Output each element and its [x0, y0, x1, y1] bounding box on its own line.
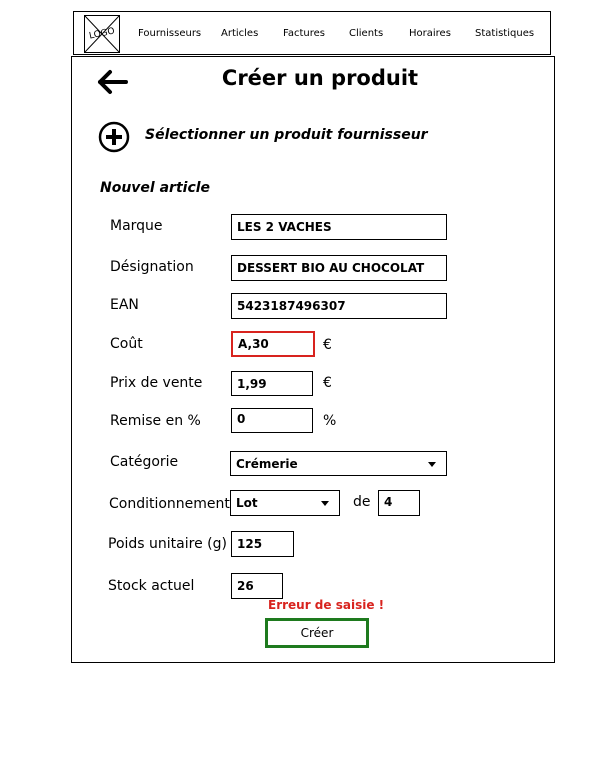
back-arrow-icon[interactable]: [96, 68, 128, 96]
cout-label: Coût: [110, 336, 143, 352]
ean-input[interactable]: 5423187496307: [231, 293, 447, 319]
nav-item-horaires[interactable]: Horaires: [409, 28, 451, 39]
error-message: Erreur de saisie !: [268, 598, 385, 612]
categorie-label: Catégorie: [110, 454, 179, 470]
conditionnement-quantity-input[interactable]: 4: [378, 490, 420, 516]
logo[interactable]: LOGO: [84, 15, 120, 53]
select-supplier-product-link[interactable]: Sélectionner un produit fournisseur: [145, 127, 428, 143]
main-panel: [71, 56, 555, 663]
top-nav: LOGO Fournisseurs Articles Factures Clie…: [73, 11, 551, 55]
remise-percent-unit: %: [323, 413, 337, 429]
ean-label: EAN: [110, 297, 139, 313]
cout-currency-unit: €: [323, 337, 332, 353]
designation-label: Désignation: [110, 259, 194, 275]
page-title: Créer un produit: [221, 66, 419, 90]
nav-item-clients[interactable]: Clients: [349, 28, 383, 39]
designation-input[interactable]: DESSERT BIO AU CHOCOLAT: [231, 255, 447, 281]
conditionnement-selected-value: Lot: [236, 496, 258, 510]
nav-item-articles[interactable]: Articles: [221, 28, 258, 39]
section-title-new-article: Nouvel article: [100, 180, 211, 196]
prix-vente-input[interactable]: 1,99: [231, 371, 313, 396]
plus-circle-icon[interactable]: [98, 121, 130, 153]
remise-input[interactable]: 0: [231, 408, 313, 433]
poids-input[interactable]: 125: [231, 531, 294, 557]
prix-vente-label: Prix de vente: [110, 375, 203, 391]
marque-label: Marque: [110, 218, 163, 234]
nav-item-factures[interactable]: Factures: [283, 28, 325, 39]
categorie-selected-value: Crémerie: [236, 456, 298, 471]
conditionnement-label: Conditionnement: [109, 496, 230, 512]
cout-input[interactable]: A,30: [231, 331, 315, 357]
conditionnement-select[interactable]: Lot: [230, 490, 340, 516]
chevron-down-icon: [428, 461, 436, 467]
nav-item-fournisseurs[interactable]: Fournisseurs: [138, 28, 201, 39]
logo-text: LOGO: [88, 26, 116, 42]
conditionnement-de-label: de: [353, 494, 371, 510]
nav-item-statistiques[interactable]: Statistiques: [475, 28, 534, 39]
prix-vente-currency-unit: €: [323, 375, 332, 391]
categorie-select[interactable]: Crémerie: [230, 451, 447, 476]
marque-input[interactable]: LES 2 VACHES: [231, 214, 447, 240]
poids-label: Poids unitaire (g): [108, 536, 227, 552]
stock-label: Stock actuel: [108, 578, 195, 594]
remise-label: Remise en %: [110, 413, 201, 429]
create-button[interactable]: Créer: [265, 618, 369, 648]
chevron-down-icon: [321, 501, 329, 506]
stock-input[interactable]: 26: [231, 573, 283, 599]
